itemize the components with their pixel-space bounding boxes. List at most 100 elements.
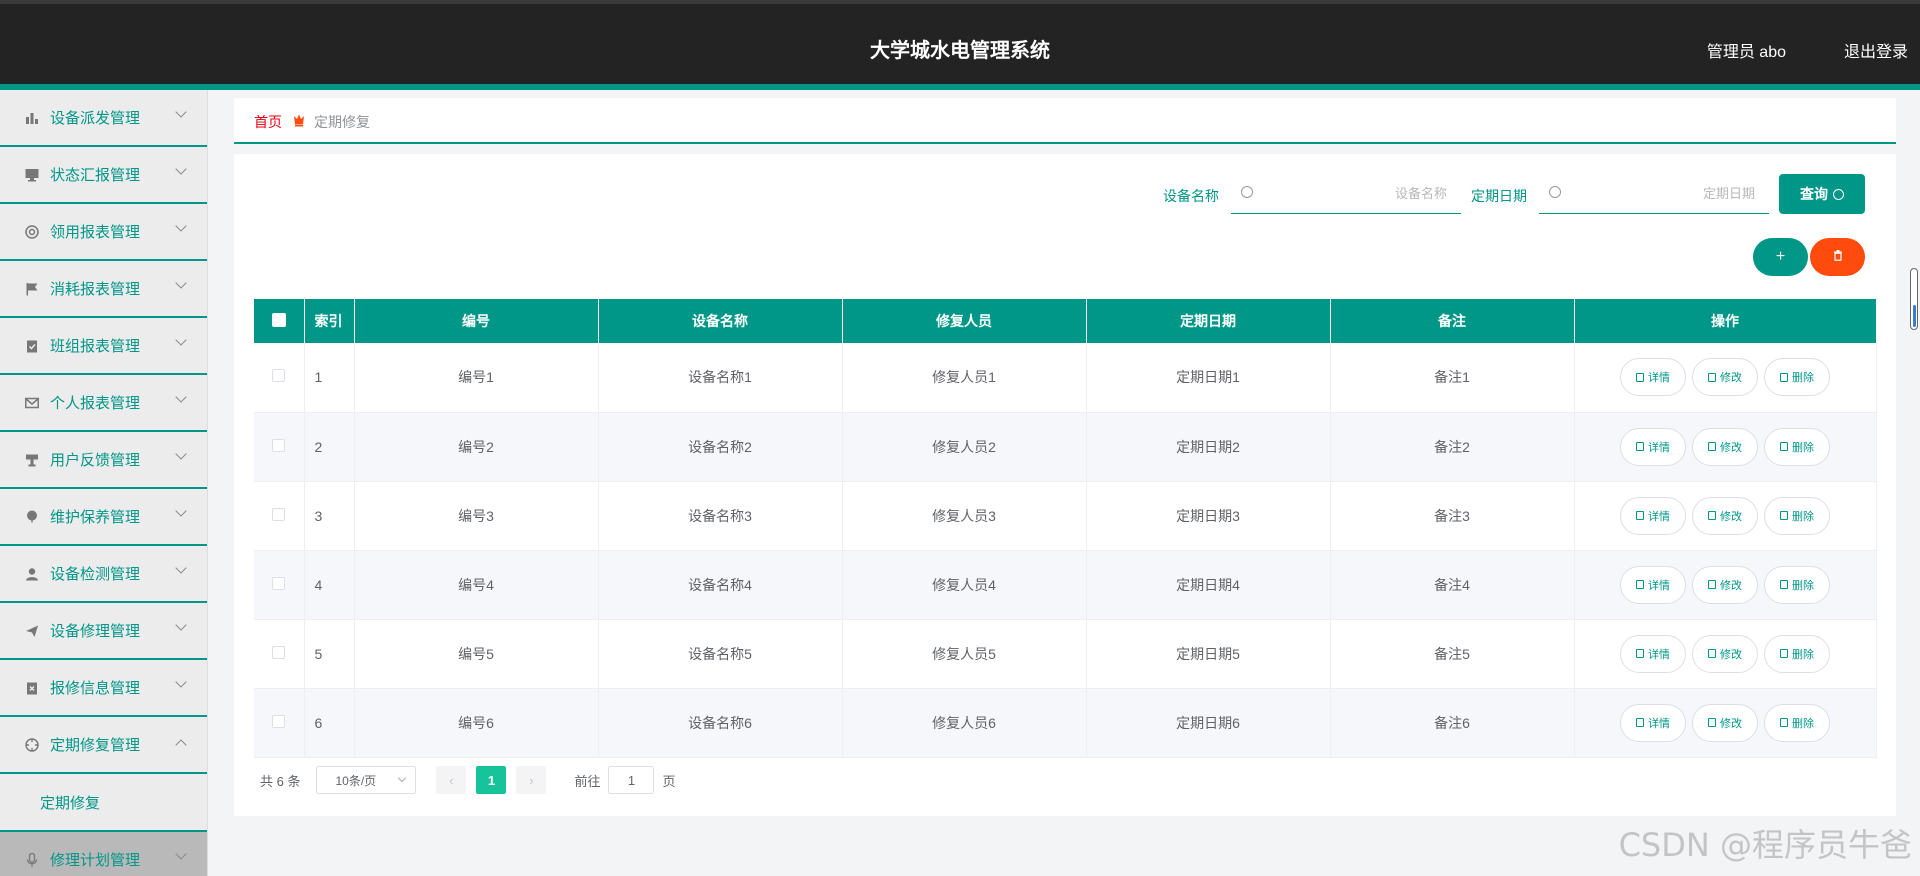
table-cell-select xyxy=(254,619,305,689)
column-header-operations: 操作 xyxy=(1574,299,1877,343)
page-size-value: 10条/页 xyxy=(335,773,377,788)
row-checkbox[interactable] xyxy=(272,645,286,659)
goto-page-input[interactable] xyxy=(608,766,655,794)
chevron-down-icon xyxy=(175,505,187,517)
top-header: 大学城水电管理系统 管理员 abo 退出登录 xyxy=(0,0,1920,84)
logout-link[interactable]: 退出登录 xyxy=(1844,38,1908,62)
sidebar-item-status-report[interactable]: 状态汇报管理 xyxy=(0,147,207,204)
sidebar-item-repair-info[interactable]: 报修信息管理 xyxy=(0,660,207,717)
table-cell-repair-staff: 修复人员1 xyxy=(842,343,1087,413)
sidebar-item-team-report[interactable]: 班组报表管理 xyxy=(0,318,207,375)
batch-delete-button[interactable] xyxy=(1810,238,1865,276)
edit-button[interactable]: 修改 xyxy=(1692,358,1758,397)
clipboard-x-icon xyxy=(24,680,40,696)
trash-icon xyxy=(1780,580,1788,589)
pencil-icon xyxy=(1708,442,1716,451)
detail-button[interactable]: 详情 xyxy=(1620,496,1686,535)
edit-button[interactable]: 修改 xyxy=(1692,634,1758,673)
prev-page-button[interactable]: ‹ xyxy=(436,766,467,794)
pencil-icon xyxy=(1708,718,1716,727)
chevron-down-icon xyxy=(175,163,187,175)
sidebar-item-user-feedback[interactable]: 用户反馈管理 xyxy=(0,432,207,489)
periodic-repair-table: 索引 编号 设备名称 修复人员 定期日期 备注 操作 1 编号1 设备名称1 修复人员… xyxy=(254,299,1877,758)
table-cell-remark: 备注3 xyxy=(1330,481,1575,551)
detail-button[interactable]: 详情 xyxy=(1620,358,1686,397)
delete-button[interactable]: 删除 xyxy=(1764,703,1830,742)
row-checkbox[interactable] xyxy=(272,369,286,383)
detail-button[interactable]: 详情 xyxy=(1620,634,1686,673)
delete-button-label: 删除 xyxy=(1792,648,1814,661)
sidebar-item-consumption-report[interactable]: 消耗报表管理 xyxy=(0,261,207,318)
table-cell-remark: 备注2 xyxy=(1330,412,1575,482)
sidebar-item-label: 设备修理管理 xyxy=(50,623,141,640)
table-cell-repair-staff: 修复人员4 xyxy=(842,550,1087,620)
edit-button[interactable]: 修改 xyxy=(1692,703,1758,742)
crosshair-icon xyxy=(24,737,40,753)
delete-button[interactable]: 删除 xyxy=(1764,358,1830,397)
table-cell-remark: 备注6 xyxy=(1330,688,1575,758)
table-row: 4 编号4 设备名称4 修复人员4 定期日期4 备注4 详情 修改 删除 xyxy=(254,550,1877,620)
page-scrollbar[interactable] xyxy=(1910,268,1918,330)
plus-icon: + xyxy=(1775,248,1786,265)
sidebar-item-usage-report[interactable]: 领用报表管理 xyxy=(0,204,207,261)
delete-button[interactable]: 删除 xyxy=(1764,565,1830,604)
add-button[interactable]: + xyxy=(1753,238,1808,276)
mail-icon xyxy=(24,395,40,411)
sidebar-item-label: 用户反馈管理 xyxy=(50,452,141,469)
detail-button-label: 详情 xyxy=(1648,372,1670,385)
delete-button-label: 删除 xyxy=(1792,441,1814,454)
table-cell-remark: 备注5 xyxy=(1330,619,1575,689)
breadcrumb-home-link[interactable]: 首页 xyxy=(254,112,282,132)
pagination-total: 共 6 条 xyxy=(260,773,301,789)
trash-icon xyxy=(1780,442,1788,451)
sidebar-item-personal-report[interactable]: 个人报表管理 xyxy=(0,375,207,432)
device-name-input[interactable] xyxy=(1281,174,1461,212)
row-checkbox[interactable] xyxy=(272,438,286,452)
edit-button[interactable]: 修改 xyxy=(1692,427,1758,466)
document-icon xyxy=(1636,511,1644,520)
bar-chart-icon xyxy=(24,110,40,126)
row-checkbox[interactable] xyxy=(272,714,286,728)
delete-button[interactable]: 删除 xyxy=(1764,427,1830,466)
delete-button[interactable]: 删除 xyxy=(1764,496,1830,535)
sidebar-subitem-periodic-repair[interactable]: 定期修复 xyxy=(0,774,207,832)
chevron-down-icon xyxy=(175,106,187,118)
delete-button[interactable]: 删除 xyxy=(1764,634,1830,673)
delete-button-label: 删除 xyxy=(1792,717,1814,730)
page-size-select[interactable]: 10条/页 xyxy=(316,766,417,794)
sidebar-item-maintenance[interactable]: 维护保养管理 xyxy=(0,489,207,546)
sidebar-item-device-inspection[interactable]: 设备检测管理 xyxy=(0,546,207,603)
chevron-down-icon xyxy=(175,562,187,574)
watermark: CSDN @程序员牛爸 xyxy=(1618,826,1912,864)
edit-button[interactable]: 修改 xyxy=(1692,496,1758,535)
row-checkbox[interactable] xyxy=(272,576,286,590)
monitor-icon xyxy=(24,167,40,183)
page-number-button[interactable]: 1 xyxy=(476,766,507,794)
table-cell-index: 4 xyxy=(304,550,355,620)
sidebar-item-device-dispatch[interactable]: 设备派发管理 xyxy=(0,90,207,147)
edit-button[interactable]: 修改 xyxy=(1692,565,1758,604)
document-icon xyxy=(1636,580,1644,589)
select-all-checkbox[interactable] xyxy=(271,312,286,327)
chevron-down-icon xyxy=(175,391,187,403)
detail-button[interactable]: 详情 xyxy=(1620,703,1686,742)
sidebar-item-label: 设备派发管理 xyxy=(50,110,141,127)
detail-button[interactable]: 详情 xyxy=(1620,427,1686,466)
sidebar-item-device-repair[interactable]: 设备修理管理 xyxy=(0,603,207,660)
sidebar-item-label: 领用报表管理 xyxy=(50,224,141,241)
next-page-button[interactable]: › xyxy=(516,766,547,794)
table-cell-periodic-date: 定期日期5 xyxy=(1086,619,1331,689)
detail-button[interactable]: 详情 xyxy=(1620,565,1686,604)
user-icon xyxy=(24,566,40,582)
sidebar-item-repair-plan[interactable]: 修理计划管理 xyxy=(0,832,207,876)
column-header-number: 编号 xyxy=(354,299,599,343)
table-row: 6 编号6 设备名称6 修复人员6 定期日期6 备注6 详情 修改 删除 xyxy=(254,688,1877,758)
table-row: 5 编号5 设备名称5 修复人员5 定期日期5 备注5 详情 修改 删除 xyxy=(254,619,1877,689)
search-icon xyxy=(1241,186,1253,198)
sidebar-item-periodic-repair[interactable]: 定期修复管理 xyxy=(0,717,207,774)
chevron-up-icon xyxy=(175,739,187,751)
current-user-label: 管理员 abo xyxy=(1706,44,1786,61)
row-checkbox[interactable] xyxy=(272,507,286,521)
periodic-date-input[interactable] xyxy=(1589,174,1769,212)
query-button[interactable]: 查询 xyxy=(1779,174,1865,214)
